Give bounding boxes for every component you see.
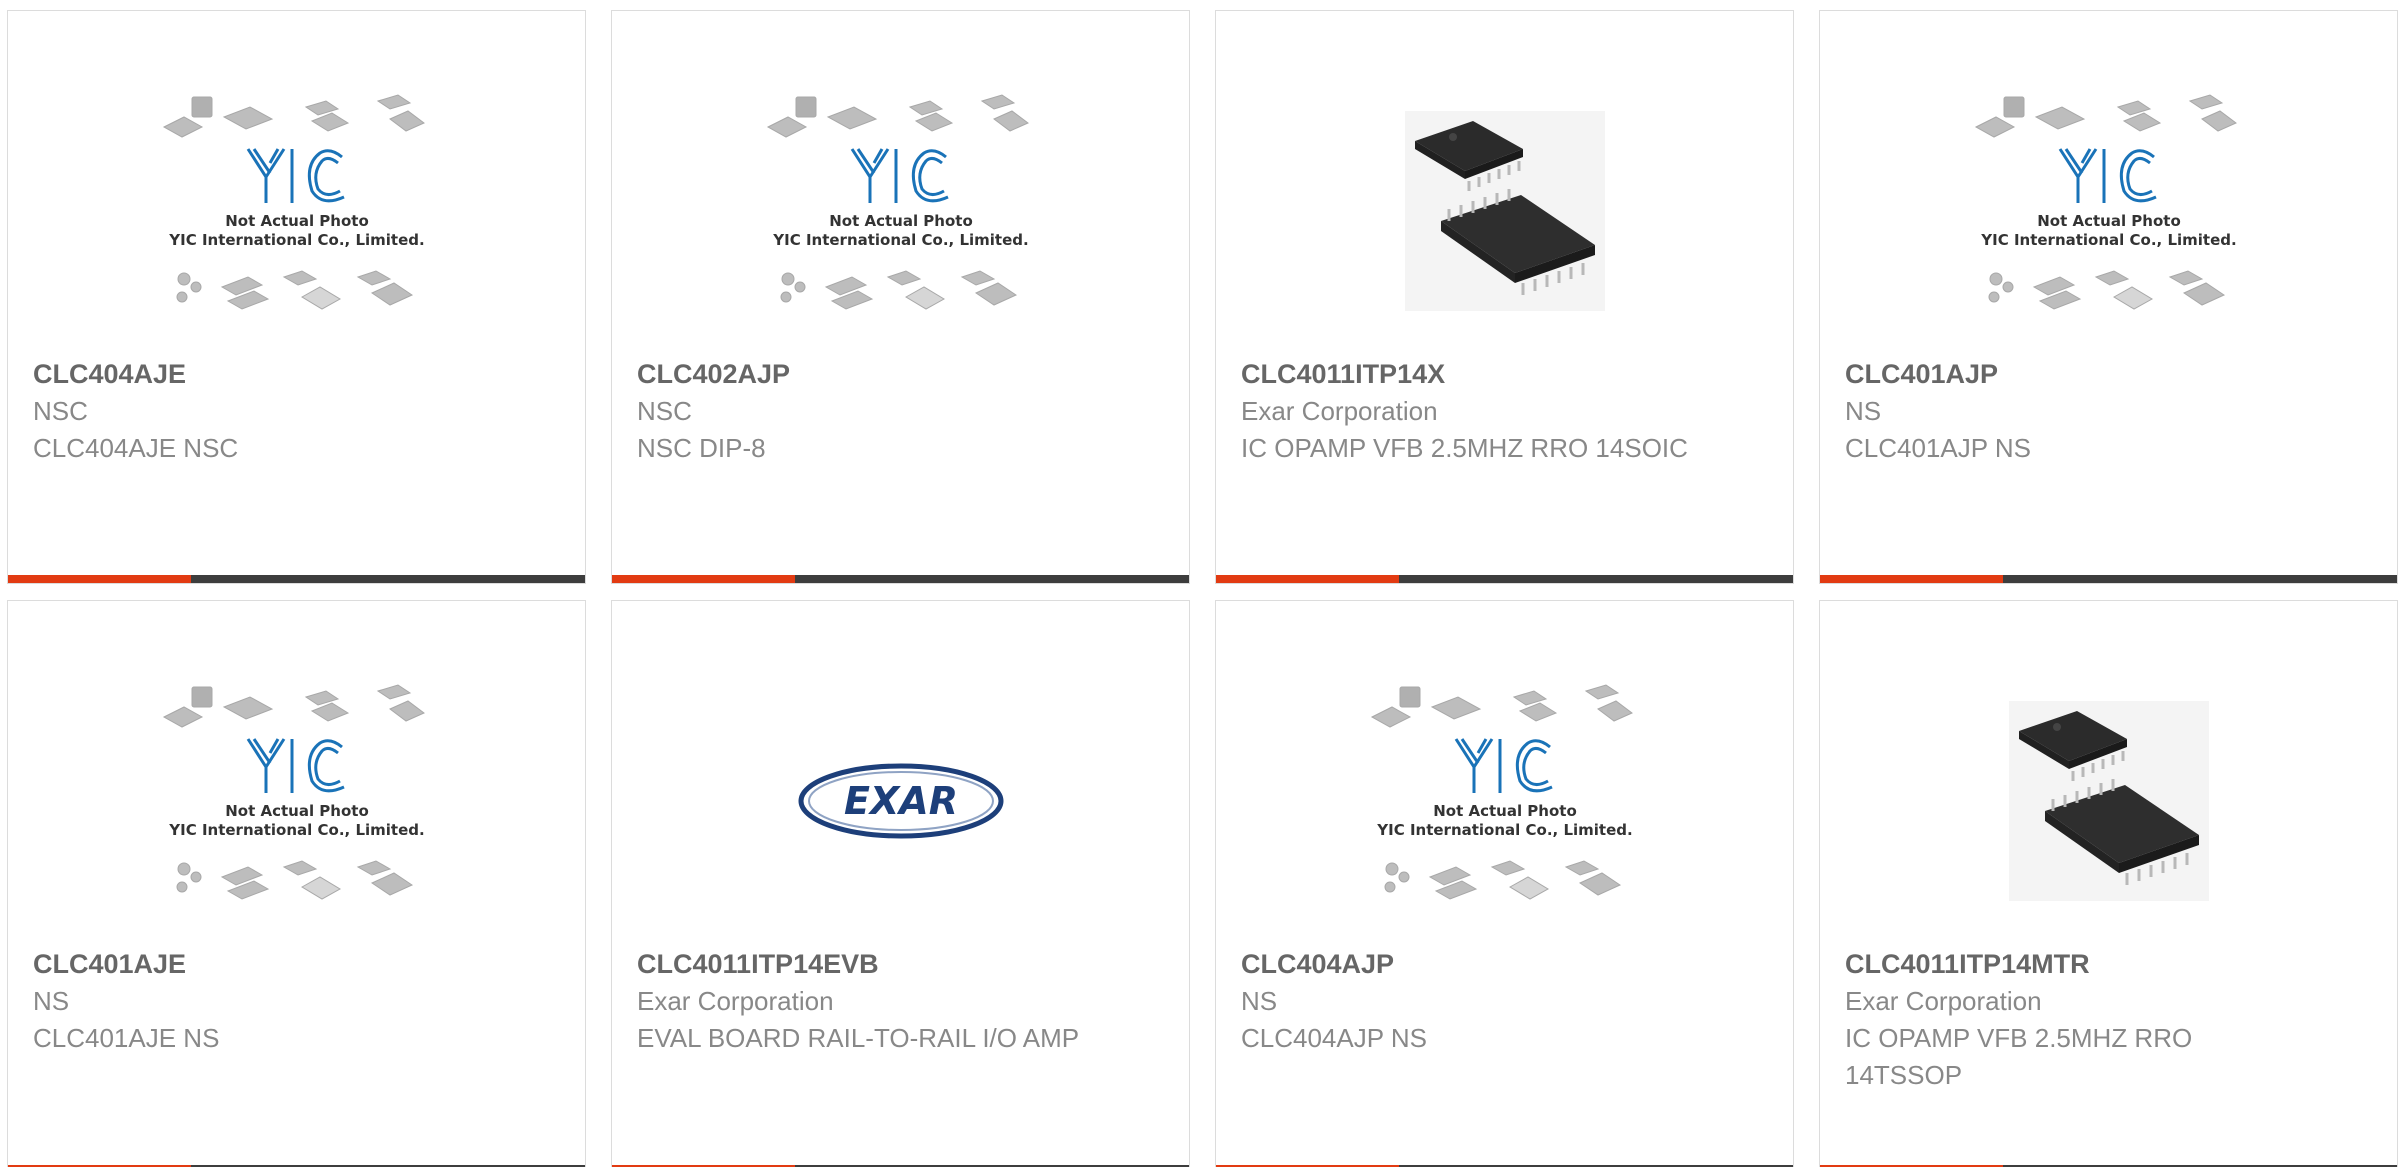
part-number[interactable]: CLC402AJP (637, 356, 1164, 393)
card-accent (1216, 575, 1399, 583)
description: CLC401AJP NS (1845, 433, 2031, 463)
manufacturer: NSC (637, 396, 692, 426)
product-image[interactable]: Not Actual Photo YIC International Co., … (8, 656, 585, 946)
description: EVAL BOARD RAIL-TO-RAIL I/O AMP (637, 1023, 1080, 1053)
product-card[interactable]: EXAR CLC4011ITP14EVB Exar Corporation EV… (611, 600, 1190, 1167)
description: CLC401AJE NS (33, 1023, 220, 1053)
manufacturer: Exar Corporation (1845, 986, 2042, 1016)
card-bottom-bar (1216, 575, 1793, 583)
yic-placeholder-image: Not Actual Photo YIC International Co., … (1370, 684, 1633, 900)
yic-placeholder-image: Not Actual Photo YIC International Co., … (162, 94, 425, 310)
product-card[interactable]: Not Actual Photo YIC International Co., … (1215, 600, 1794, 1167)
manufacturer: Exar Corporation (1241, 396, 1438, 426)
description: CLC404AJP NS (1241, 1023, 1427, 1053)
exar-logo-icon: EXAR (798, 763, 1003, 839)
product-image[interactable]: Not Actual Photo YIC International Co., … (1820, 66, 2397, 356)
product-card[interactable]: CLC4011ITP14MTR Exar Corporation IC OPAM… (1819, 600, 2398, 1167)
yic-logo-icon (246, 738, 345, 793)
product-card[interactable]: Not Actual Photo YIC International Co., … (7, 600, 586, 1167)
description: IC OPAMP VFB 2.5MHZ RRO 14TSSOP (1845, 1023, 2193, 1090)
placeholder-company: YIC International Co., Limited. (772, 231, 1028, 249)
card-bottom-bar (1820, 575, 2397, 583)
placeholder-company: YIC International Co., Limited. (1980, 231, 2236, 249)
description: NSC DIP-8 (637, 433, 766, 463)
placeholder-company: YIC International Co., Limited. (168, 821, 424, 839)
product-image[interactable]: Not Actual Photo YIC International Co., … (1216, 656, 1793, 946)
part-number[interactable]: CLC401AJP (1845, 356, 2372, 393)
card-accent (1820, 575, 2003, 583)
part-number[interactable]: CLC404AJP (1241, 946, 1768, 983)
placeholder-caption: Not Actual Photo (225, 802, 369, 820)
description: IC OPAMP VFB 2.5MHZ RRO 14SOIC (1241, 433, 1688, 463)
product-card[interactable]: Not Actual Photo YIC International Co., … (611, 10, 1190, 584)
description: CLC404AJE NSC (33, 433, 239, 463)
yic-logo-icon (2058, 148, 2157, 203)
placeholder-company: YIC International Co., Limited. (1376, 821, 1632, 839)
ic-chip-image (2008, 701, 2209, 901)
manufacturer: NS (1241, 986, 1278, 1016)
placeholder-caption: Not Actual Photo (225, 212, 369, 230)
product-card[interactable]: CLC4011ITP14X Exar Corporation IC OPAMP … (1215, 10, 1794, 584)
part-number[interactable]: CLC401AJE (33, 946, 560, 983)
manufacturer: Exar Corporation (637, 986, 834, 1016)
placeholder-caption: Not Actual Photo (2037, 212, 2181, 230)
part-number[interactable]: CLC4011ITP14MTR (1845, 946, 2372, 983)
placeholder-company: YIC International Co., Limited. (168, 231, 424, 249)
card-bottom-bar (8, 575, 585, 583)
placeholder-caption: Not Actual Photo (829, 212, 973, 230)
product-image[interactable]: Not Actual Photo YIC International Co., … (8, 66, 585, 356)
product-card[interactable]: Not Actual Photo YIC International Co., … (7, 10, 586, 584)
yic-placeholder-image: Not Actual Photo YIC International Co., … (1974, 94, 2237, 310)
manufacturer: NSC (33, 396, 88, 426)
manufacturer: NS (33, 986, 70, 1016)
part-number[interactable]: CLC4011ITP14X (1241, 356, 1768, 393)
placeholder-caption: Not Actual Photo (1433, 802, 1577, 820)
card-accent (612, 575, 795, 583)
product-image[interactable] (1216, 66, 1793, 356)
product-card[interactable]: Not Actual Photo YIC International Co., … (1819, 10, 2398, 584)
part-number[interactable]: CLC404AJE (33, 356, 560, 393)
product-image[interactable]: EXAR (612, 656, 1189, 946)
ic-chip-image (1404, 111, 1605, 311)
yic-placeholder-image: Not Actual Photo YIC International Co., … (162, 684, 425, 900)
yic-logo-icon (850, 148, 949, 203)
yic-placeholder-image: Not Actual Photo YIC International Co., … (766, 94, 1029, 310)
product-grid: Not Actual Photo YIC International Co., … (0, 0, 2400, 1167)
product-image[interactable] (1820, 656, 2397, 946)
yic-logo-icon (1454, 738, 1553, 793)
yic-logo-icon (246, 148, 345, 203)
part-number[interactable]: CLC4011ITP14EVB (637, 946, 1164, 983)
card-accent (8, 575, 191, 583)
svg-text:EXAR: EXAR (844, 779, 958, 823)
card-bottom-bar (612, 575, 1189, 583)
product-image[interactable]: Not Actual Photo YIC International Co., … (612, 66, 1189, 356)
manufacturer: NS (1845, 396, 1882, 426)
